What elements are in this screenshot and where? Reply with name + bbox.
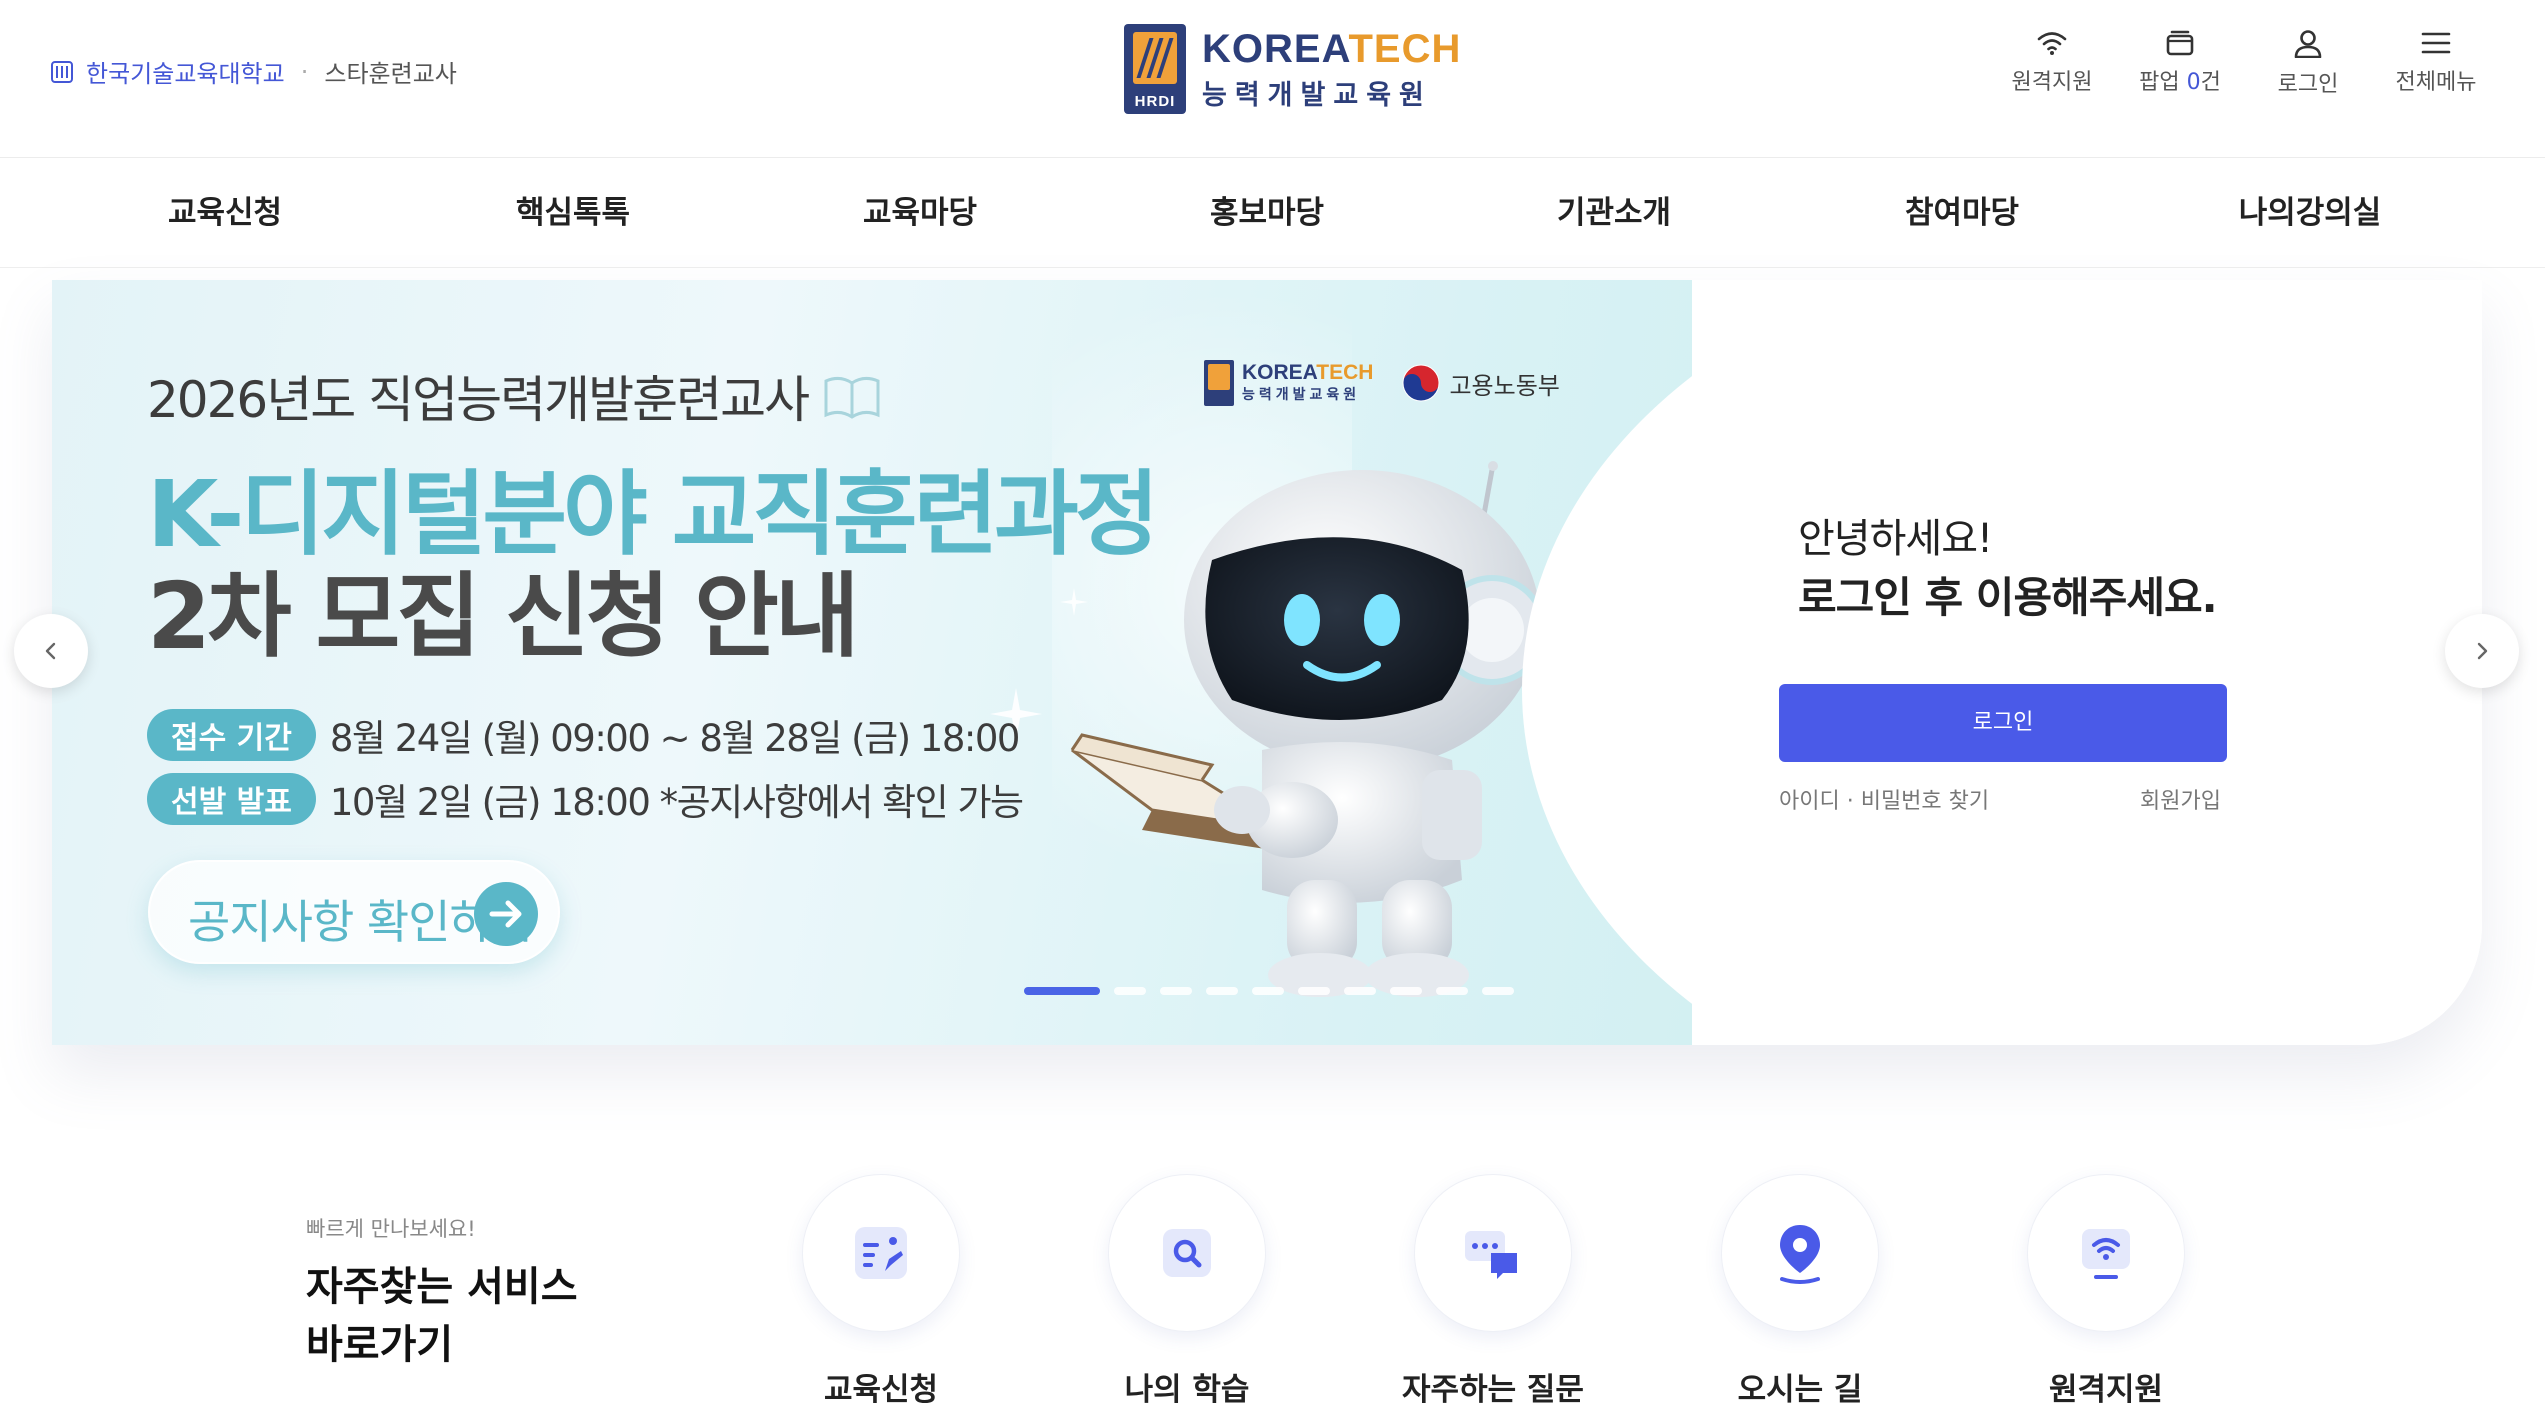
slide-dot-4[interactable] xyxy=(1206,987,1238,995)
chevron-right-icon xyxy=(2477,642,2488,660)
edit-document-icon xyxy=(855,1227,907,1279)
find-id-password-link[interactable]: 아이디 · 비밀번호 찾기 xyxy=(1779,783,1989,815)
slide-dot-2[interactable] xyxy=(1114,987,1146,995)
quick-title: 자주찾는 서비스 바로가기 xyxy=(294,1258,582,1374)
university-name[interactable]: 한국기술교육대학교 xyxy=(86,54,285,89)
login-button[interactable]: 로그인 xyxy=(1779,684,2227,762)
announce-badge: 선발 발표 xyxy=(147,773,316,825)
popup-button[interactable]: 팝업 0건 xyxy=(2116,30,2244,98)
logo-title: KOREATECH xyxy=(1202,26,1462,71)
wifi-icon xyxy=(2037,32,2067,55)
nav-item-participation[interactable]: 참여마당 xyxy=(1905,158,2019,268)
search-icon xyxy=(1163,1229,1211,1277)
taegeuk-icon xyxy=(1402,364,1440,402)
logo-subtitle: 능력개발교육원 xyxy=(1202,79,1432,111)
banner-year-line: 2026년도 직업능력개발훈련교사 xyxy=(147,360,882,432)
book-icon xyxy=(824,376,880,419)
quick-item-faq[interactable]: 자주하는 질문 xyxy=(1393,1174,1593,1409)
banner-partner-logos: KOREATECH 능력개발교육원 고용노동부 xyxy=(1204,360,1560,406)
site-logo[interactable]: HRDI KOREATECH 능력개발교육원 xyxy=(1124,24,1461,114)
nav-item-promotion[interactable]: 홍보마당 xyxy=(1210,158,1324,268)
slide-pagination xyxy=(1024,987,1528,995)
slide-dot-6[interactable] xyxy=(1298,987,1330,995)
top-header: 한국기술교육대학교 · 스타훈련교사 HRDI KOREATECH 능력개발교육… xyxy=(0,0,2545,158)
hamburger-icon xyxy=(2421,32,2451,54)
period-value: 8월 24일 (월) 09:00 ~ 8월 28일 (금) 18:00 xyxy=(329,717,1021,760)
quick-item-directions[interactable]: 오시는 길 xyxy=(1700,1174,1900,1409)
slide-dot-10[interactable] xyxy=(1482,987,1514,995)
banner-period-row: 접수 기간 8월 24일 (월) 09:00 ~ 8월 28일 (금) 18:0… xyxy=(147,708,1021,762)
arrow-right-icon xyxy=(474,882,538,946)
banner-slide[interactable]: 2026년도 직업능력개발훈련교사 K-디지털분야 교직훈련과정 2차 모집 신… xyxy=(52,280,1692,1045)
user-icon xyxy=(2294,30,2322,58)
notice-cta-button[interactable]: 공지사항 확인하기 xyxy=(148,860,560,964)
announce-value: 10월 2일 (금) 18:00 *공지사항에서 확인 가능 xyxy=(329,781,1024,824)
period-badge: 접수 기간 xyxy=(147,709,316,761)
all-menu-button[interactable]: 전체메뉴 xyxy=(2372,30,2500,98)
main-visual: 2026년도 직업능력개발훈련교사 K-디지털분야 교직훈련과정 2차 모집 신… xyxy=(52,280,2482,1045)
nav-item-education-yard[interactable]: 교육마당 xyxy=(863,158,977,268)
login-message: 로그인 후 이용해주세요. xyxy=(1798,573,2218,622)
banner-announce-row: 선발 발표 10월 2일 (금) 18:00 *공지사항에서 확인 가능 xyxy=(147,772,1024,826)
popup-count: 0 xyxy=(2186,70,2201,95)
login-greeting: 안녕하세요! xyxy=(1798,516,1993,562)
slide-dot-8[interactable] xyxy=(1390,987,1422,995)
remote-wifi-icon xyxy=(2082,1229,2130,1279)
login-link[interactable]: 로그인 xyxy=(2244,30,2372,98)
logo-badge-icon: HRDI xyxy=(1124,24,1186,114)
signup-link[interactable]: 회원가입 xyxy=(2140,783,2221,815)
nav-item-core-talk[interactable]: 핵심톡톡 xyxy=(516,158,630,268)
map-pin-icon xyxy=(1780,1225,1820,1284)
main-navigation: 교육신청 핵심톡톡 교육마당 홍보마당 기관소개 참여마당 나의강의실 xyxy=(0,158,2545,268)
utility-menu: 원격지원 팝업 0건 로그인 전체메뉴 xyxy=(1988,30,2500,98)
nav-item-my-classroom[interactable]: 나의강의실 xyxy=(2239,158,2382,268)
robot-illustration xyxy=(1070,461,1547,997)
quick-item-education-apply[interactable]: 교육신청 xyxy=(781,1174,981,1409)
slide-dot-9[interactable] xyxy=(1436,987,1468,995)
separator: · xyxy=(300,57,309,86)
university-emblem-icon xyxy=(51,60,73,83)
quick-item-remote-support[interactable]: 원격지원 xyxy=(2006,1174,2206,1409)
chevron-left-icon xyxy=(45,642,56,660)
popup-icon xyxy=(2166,30,2194,56)
slide-prev-button[interactable] xyxy=(14,614,88,688)
remote-support-button[interactable]: 원격지원 xyxy=(1988,30,2116,98)
quick-subtitle: 빠르게 만나보세요! xyxy=(306,1217,476,1241)
slide-next-button[interactable] xyxy=(2445,614,2519,688)
slide-dot-3[interactable] xyxy=(1160,987,1192,995)
koreatech-mini-logo-icon xyxy=(1204,360,1234,406)
slide-dot-5[interactable] xyxy=(1252,987,1284,995)
university-sub-link[interactable]: 스타훈련교사 xyxy=(324,54,456,89)
university-link[interactable]: 한국기술교육대학교 · 스타훈련교사 xyxy=(50,54,457,89)
chat-bubbles-icon xyxy=(1465,1231,1517,1279)
banner-title-line2: 2차 모집 신청 안내 xyxy=(147,563,860,670)
slide-dot-7[interactable] xyxy=(1344,987,1376,995)
ministry-logo: 고용노동부 xyxy=(1401,363,1560,403)
nav-item-education-apply[interactable]: 교육신청 xyxy=(168,158,282,268)
slide-dot-1[interactable] xyxy=(1024,987,1100,995)
nav-item-about[interactable]: 기관소개 xyxy=(1557,158,1671,268)
quick-item-my-learning[interactable]: 나의 학습 xyxy=(1087,1174,1287,1409)
